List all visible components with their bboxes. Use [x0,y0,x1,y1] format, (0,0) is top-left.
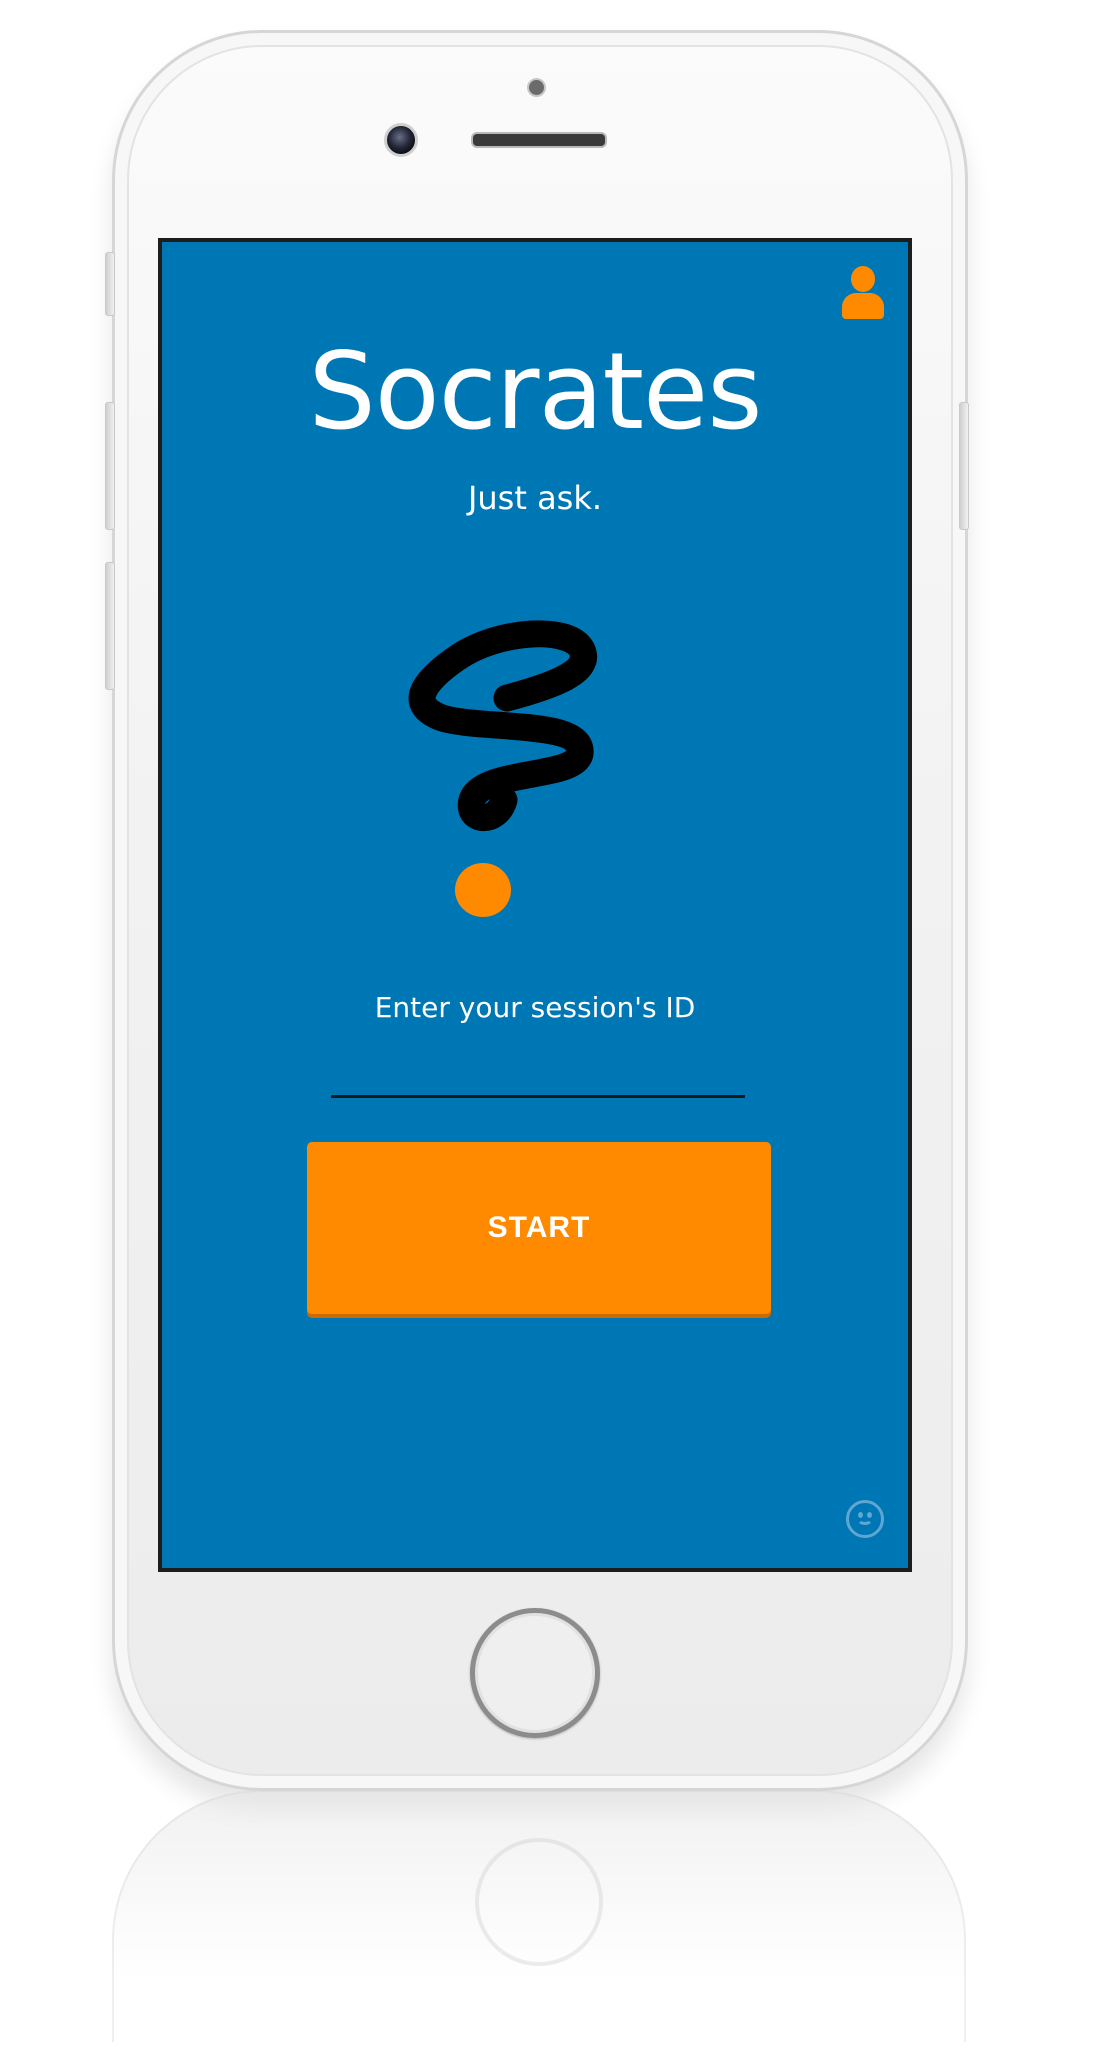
home-button-reflection [475,1838,603,1966]
app-tagline: Just ask. [467,479,603,517]
start-button[interactable]: START [307,1142,771,1314]
power-button [959,402,969,530]
user-icon-body [842,293,884,319]
volume-up-button [105,402,115,530]
session-id-label: Enter your session's ID [374,991,696,1024]
logo-dot [455,863,511,917]
question-mark-logo [408,620,597,917]
volume-down-button [105,562,115,690]
user-icon-head [851,266,875,292]
home-button[interactable] [470,1608,600,1738]
earpiece-speaker [471,132,607,148]
logo-hook-stroke [408,620,597,832]
proximity-sensor [527,78,546,97]
user-icon[interactable] [840,266,886,320]
mute-switch [105,252,115,316]
front-camera [384,123,418,157]
session-id-input[interactable] [331,1042,745,1098]
smiley-icon[interactable] [846,1500,884,1538]
smiley-mouth [857,1513,873,1525]
app-title: Socrates [308,330,763,453]
app-screen: Socrates Just ask. Enter your session's … [158,238,912,1572]
